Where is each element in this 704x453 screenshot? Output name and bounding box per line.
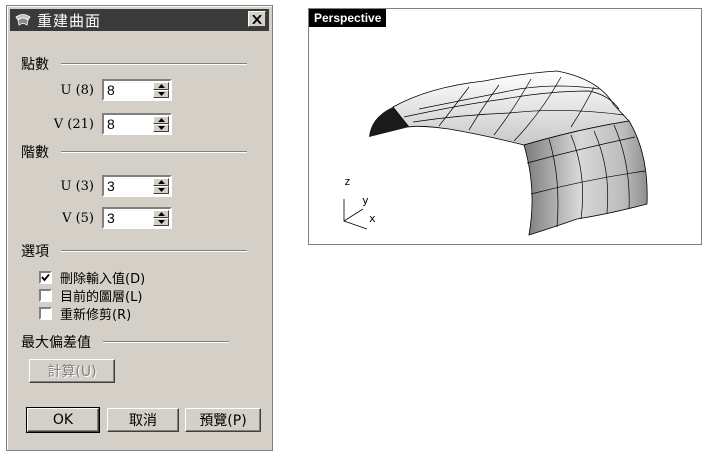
retrim-label: 重新修剪(R) (60, 307, 132, 323)
ok-button[interactable]: OK (26, 407, 100, 433)
v-degree-value[interactable]: 3 (107, 210, 115, 226)
degree-section-header: 階數 (21, 143, 247, 161)
v-points-stepper[interactable]: 8 (102, 113, 172, 135)
v-points-label: V (21) (53, 117, 94, 132)
close-button[interactable] (248, 11, 266, 27)
calculate-button[interactable]: 計算(U) (29, 359, 115, 383)
u-degree-stepper[interactable]: 3 (102, 175, 172, 197)
v-points-value[interactable]: 8 (107, 116, 115, 132)
spin-up-button[interactable] (153, 210, 169, 218)
section-divider (61, 63, 247, 65)
section-divider (61, 151, 247, 153)
v-degree-stepper[interactable]: 3 (102, 207, 172, 229)
current-layer-label: 目前的圖層(L) (60, 289, 143, 305)
preview-button[interactable]: 預覽(P) (185, 408, 261, 432)
retrim-option[interactable]: 重新修剪(R) (39, 304, 132, 323)
close-icon (252, 14, 262, 24)
u-degree-label: U (3) (60, 179, 94, 194)
delete-input-option[interactable]: 刪除輸入值(D) (39, 268, 146, 287)
current-layer-option[interactable]: 目前的圖層(L) (39, 286, 143, 305)
spin-up-button[interactable] (153, 82, 169, 90)
rebuild-surface-icon (13, 11, 33, 29)
axis-x-label: x (369, 212, 376, 225)
deviation-section-label: 最大偏差值 (21, 335, 91, 351)
section-divider (61, 250, 247, 252)
delete-input-checkbox[interactable] (39, 270, 52, 284)
u-points-label: U (8) (60, 83, 94, 98)
cancel-button[interactable]: 取消 (107, 408, 179, 432)
surface-render (343, 70, 648, 236)
spin-down-button[interactable] (153, 90, 169, 98)
u-points-value[interactable]: 8 (107, 82, 115, 98)
spin-down-button[interactable] (153, 124, 169, 132)
current-layer-checkbox[interactable] (39, 288, 52, 302)
perspective-viewport[interactable]: Perspective z y x (308, 8, 702, 245)
u-degree-value[interactable]: 3 (107, 178, 115, 194)
section-divider (103, 341, 229, 343)
options-section-header: 選項 (21, 242, 247, 260)
axis-y-label: y (362, 194, 369, 207)
degree-section-label: 階數 (21, 145, 49, 161)
delete-input-label: 刪除輸入值(D) (60, 271, 146, 287)
deviation-section-header: 最大偏差值 (21, 333, 229, 351)
points-section-header: 點數 (21, 55, 247, 73)
spin-down-button[interactable] (153, 218, 169, 226)
rebuild-surface-dialog: 重建曲面 點數 U (8) 8 V (21) 8 階數 U (3) 3 V (5… (6, 5, 273, 451)
spin-up-button[interactable] (153, 116, 169, 124)
points-section-label: 點數 (21, 57, 49, 73)
axis-z-label: z (344, 175, 351, 188)
options-section-label: 選項 (21, 244, 49, 260)
spin-down-button[interactable] (153, 186, 169, 194)
v-degree-label: V (5) (62, 211, 94, 226)
retrim-checkbox[interactable] (39, 306, 52, 320)
dialog-titlebar[interactable]: 重建曲面 (10, 9, 269, 31)
checkmark-icon (41, 273, 50, 281)
spin-up-button[interactable] (153, 178, 169, 186)
dialog-title: 重建曲面 (37, 11, 102, 30)
u-points-stepper[interactable]: 8 (102, 79, 172, 101)
